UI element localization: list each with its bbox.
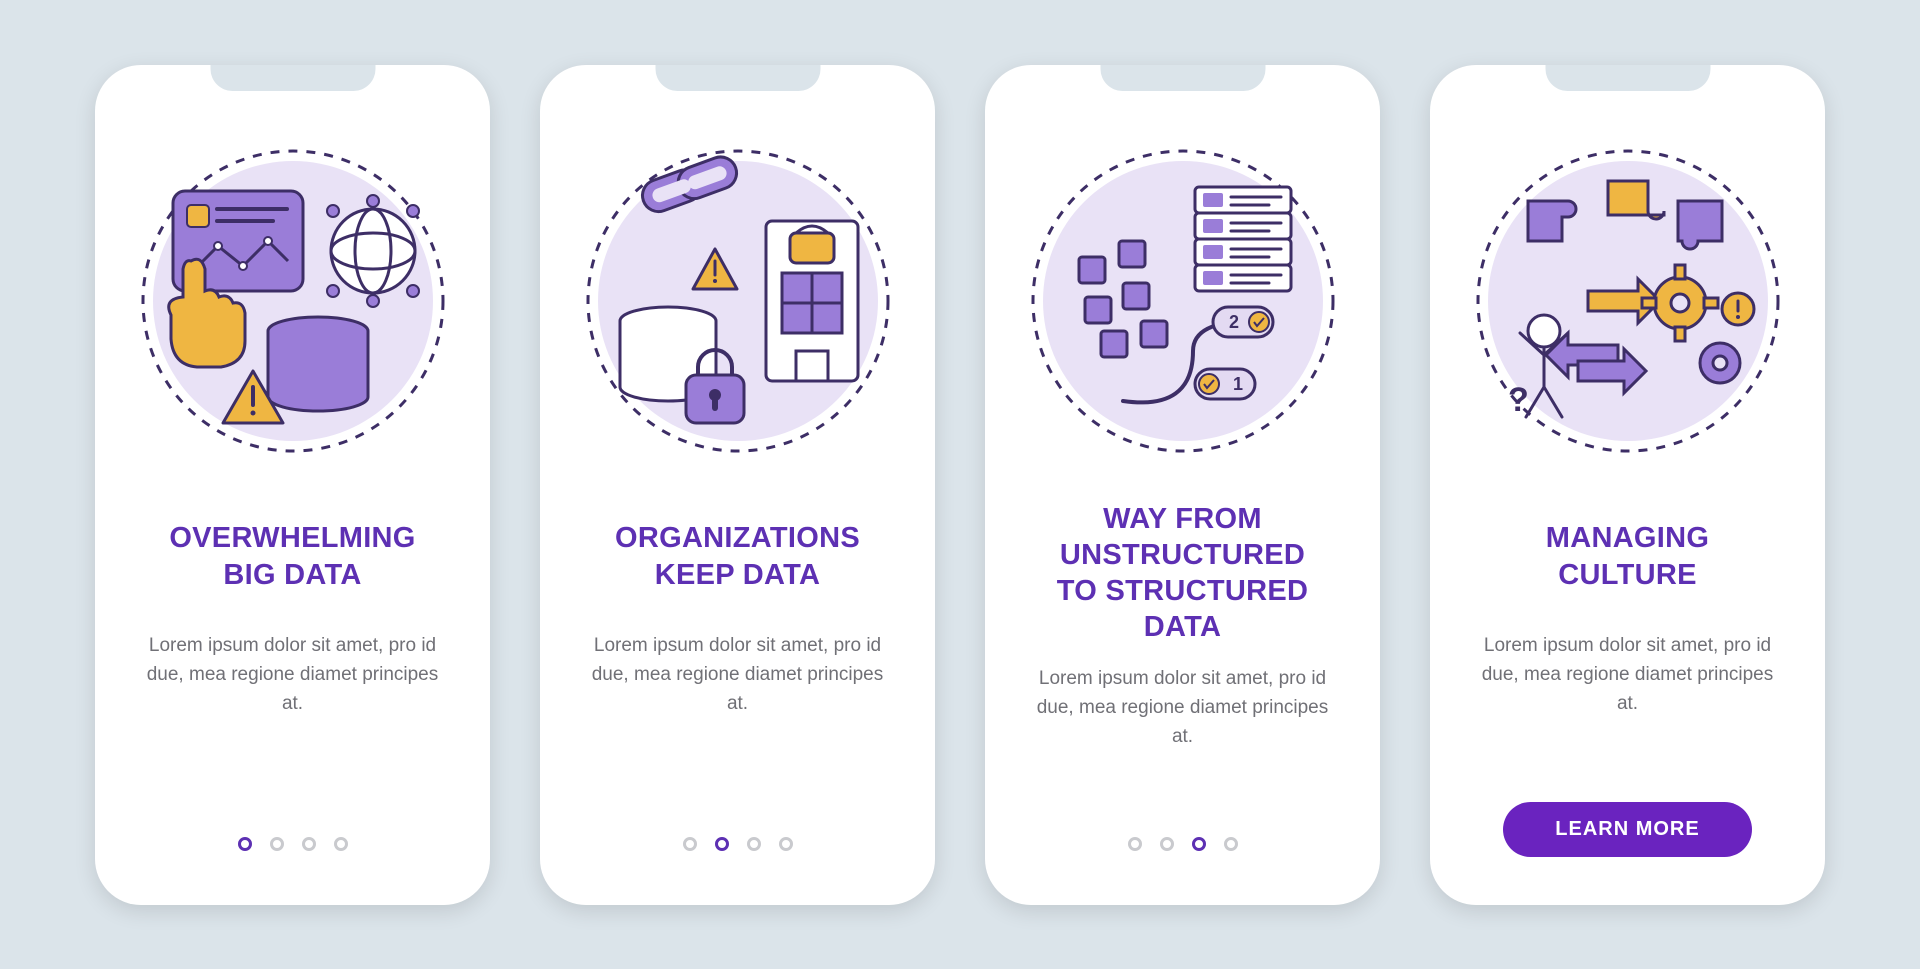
card-structured-data: 2 1 Way From Unstructured To Structured … — [985, 65, 1380, 905]
card-big-data: Overwhelming Big Data Lorem ipsum dolor … — [95, 65, 490, 905]
pager-dot-active[interactable] — [715, 837, 729, 851]
phone-notch — [210, 65, 375, 91]
phone-notch — [1545, 65, 1710, 91]
pager-dot[interactable] — [1160, 837, 1174, 851]
learn-more-button[interactable]: LEARN MORE — [1503, 802, 1751, 857]
orgs-keep-data-icon — [578, 131, 898, 471]
big-data-icon — [133, 131, 453, 471]
structured-data-icon: 2 1 — [1023, 131, 1343, 471]
card-managing-culture: ? Managing Culture Lorem ipsum dolor sit… — [1430, 65, 1825, 905]
pager-dot[interactable] — [302, 837, 316, 851]
pager-dot[interactable] — [270, 837, 284, 851]
card-desc: Lorem ipsum dolor sit amet, pro id due, … — [1033, 664, 1333, 752]
pager-dot[interactable] — [683, 837, 697, 851]
pager-dot-active[interactable] — [238, 837, 252, 851]
svg-text:2: 2 — [1229, 312, 1239, 332]
svg-text:?: ? — [1508, 381, 1529, 419]
phone-notch — [655, 65, 820, 91]
card-desc: Lorem ipsum dolor sit amet, pro id due, … — [1478, 631, 1778, 719]
pager-dot[interactable] — [747, 837, 761, 851]
pager-dot[interactable] — [1128, 837, 1142, 851]
pager-dot-active[interactable] — [1192, 837, 1206, 851]
pager-dot[interactable] — [779, 837, 793, 851]
pager-dots — [238, 837, 348, 851]
svg-text:1: 1 — [1233, 374, 1243, 394]
pager-dots — [1128, 837, 1238, 851]
card-title: Overwhelming Big Data — [169, 501, 415, 613]
phone-notch — [1100, 65, 1265, 91]
onboarding-carousel: Overwhelming Big Data Lorem ipsum dolor … — [35, 15, 1885, 955]
card-title: Organizations Keep Data — [615, 501, 860, 613]
card-orgs-keep-data: Organizations Keep Data Lorem ipsum dolo… — [540, 65, 935, 905]
card-desc: Lorem ipsum dolor sit amet, pro id due, … — [143, 631, 443, 719]
card-title: Way From Unstructured To Structured Data — [1021, 501, 1344, 646]
pager-dot[interactable] — [1224, 837, 1238, 851]
pager-dots — [683, 837, 793, 851]
card-title: Managing Culture — [1546, 501, 1710, 613]
managing-culture-icon: ? — [1468, 131, 1788, 471]
pager-dot[interactable] — [334, 837, 348, 851]
card-desc: Lorem ipsum dolor sit amet, pro id due, … — [588, 631, 888, 719]
